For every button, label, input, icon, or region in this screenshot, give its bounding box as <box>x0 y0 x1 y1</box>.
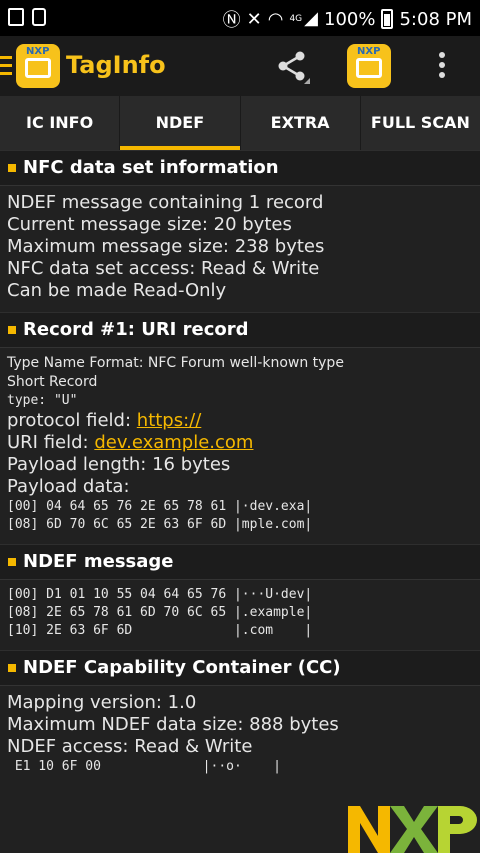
logo-brand-2: NXP <box>357 46 381 57</box>
section-title: Record #1: URI record <box>23 319 249 340</box>
app-toolbar: NXP TagInfo NXP <box>0 36 480 96</box>
ndef-content[interactable]: NFC data set information NDEF message co… <box>0 150 480 786</box>
hex-row: [10] 2E 63 6F 6D |.com | <box>7 623 313 638</box>
info-line: Current message size: 20 bytes <box>7 214 292 235</box>
short-record: Short Record <box>7 374 98 390</box>
section-title: NDEF message <box>23 551 174 572</box>
status-bar: Ⓝ ✕ ◠ 4G ◢ 100% 5:08 PM <box>0 0 480 36</box>
info-line: Maximum NDEF data size: 888 bytes <box>7 714 339 735</box>
protocol-link[interactable]: https:// <box>137 410 202 431</box>
info-line: NDEF access: Read & Write <box>7 736 253 757</box>
app-logo-icon[interactable]: NXP <box>16 44 60 88</box>
bullet-icon <box>8 164 16 172</box>
logo-brand: NXP <box>26 46 50 57</box>
notification-image-icon <box>8 8 24 26</box>
type-name-format: Type Name Format: NFC Forum well-known t… <box>7 355 344 371</box>
hex-row: [00] 04 64 65 76 2E 65 78 61 |·dev.exa| <box>7 499 313 514</box>
bullet-icon <box>8 326 16 334</box>
info-line: Mapping version: 1.0 <box>7 692 197 713</box>
record-type: type: "U" <box>7 393 78 408</box>
clock: 5:08 PM <box>399 8 472 30</box>
nxp-logo <box>348 806 477 853</box>
hex-row: [00] D1 01 10 55 04 64 65 76 |···U·dev| <box>7 587 313 602</box>
payload-length: Payload length: 16 bytes <box>7 454 231 475</box>
wifi-icon: ◠ <box>267 8 284 30</box>
hex-row: [08] 6D 70 6C 65 2E 63 6F 6D |mple.com| <box>7 517 313 532</box>
app-title: TagInfo <box>66 51 166 79</box>
mute-icon: ✕ <box>246 8 262 30</box>
protocol-label: protocol field: <box>7 410 137 431</box>
info-line: Can be made Read-Only <box>7 280 227 301</box>
hex-row: [08] 2E 65 78 61 6D 70 6C 65 |.example| <box>7 605 313 620</box>
nfc-icon: Ⓝ <box>222 10 241 31</box>
menu-icon[interactable] <box>0 56 12 76</box>
section-header-record-1: Record #1: URI record <box>0 312 480 348</box>
info-line: Maximum message size: 238 bytes <box>7 236 325 257</box>
tab-ic-info[interactable]: IC INFO <box>0 96 121 150</box>
battery-percent: 100% <box>324 8 376 30</box>
info-line: NFC data set access: Read & Write <box>7 258 320 279</box>
overflow-menu-icon[interactable] <box>438 52 446 80</box>
hex-row: E1 10 6F 00 |··o· | <box>7 759 281 774</box>
save-tag-icon[interactable]: NXP <box>347 44 391 88</box>
section-body-cc: Mapping version: 1.0 Maximum NDEF data s… <box>0 686 480 786</box>
section-header-cc: NDEF Capability Container (CC) <box>0 650 480 686</box>
network-type: 4G <box>289 14 303 24</box>
section-body-record-1: Type Name Format: NFC Forum well-known t… <box>0 348 480 544</box>
section-header-nfc-info: NFC data set information <box>0 150 480 186</box>
uri-label: URI field: <box>7 432 95 453</box>
bullet-icon <box>8 558 16 566</box>
protocol-field: protocol field: https:// <box>7 410 473 432</box>
tab-bar: IC INFO NDEF EXTRA FULL SCAN <box>0 96 480 150</box>
notification-sync-icon <box>32 8 46 26</box>
payload-data-label: Payload data: <box>7 476 130 497</box>
bullet-icon <box>8 664 16 672</box>
section-title: NFC data set information <box>23 157 279 178</box>
share-icon[interactable] <box>274 48 310 84</box>
tab-ndef[interactable]: NDEF <box>120 96 241 150</box>
info-line: NDEF message containing 1 record <box>7 192 324 213</box>
tab-full-scan[interactable]: FULL SCAN <box>361 96 480 150</box>
section-body-nfc-info: NDEF message containing 1 record Current… <box>0 186 480 312</box>
section-body-ndef-message: [00] D1 01 10 55 04 64 65 76 |···U·dev| … <box>0 580 480 650</box>
signal-icon: ◢ <box>304 8 318 29</box>
section-header-ndef-message: NDEF message <box>0 544 480 580</box>
uri-link[interactable]: dev.example.com <box>94 432 253 453</box>
battery-icon <box>381 9 394 29</box>
uri-field: URI field: dev.example.com <box>7 432 473 454</box>
section-title: NDEF Capability Container (CC) <box>23 657 341 678</box>
tab-extra[interactable]: EXTRA <box>241 96 361 150</box>
